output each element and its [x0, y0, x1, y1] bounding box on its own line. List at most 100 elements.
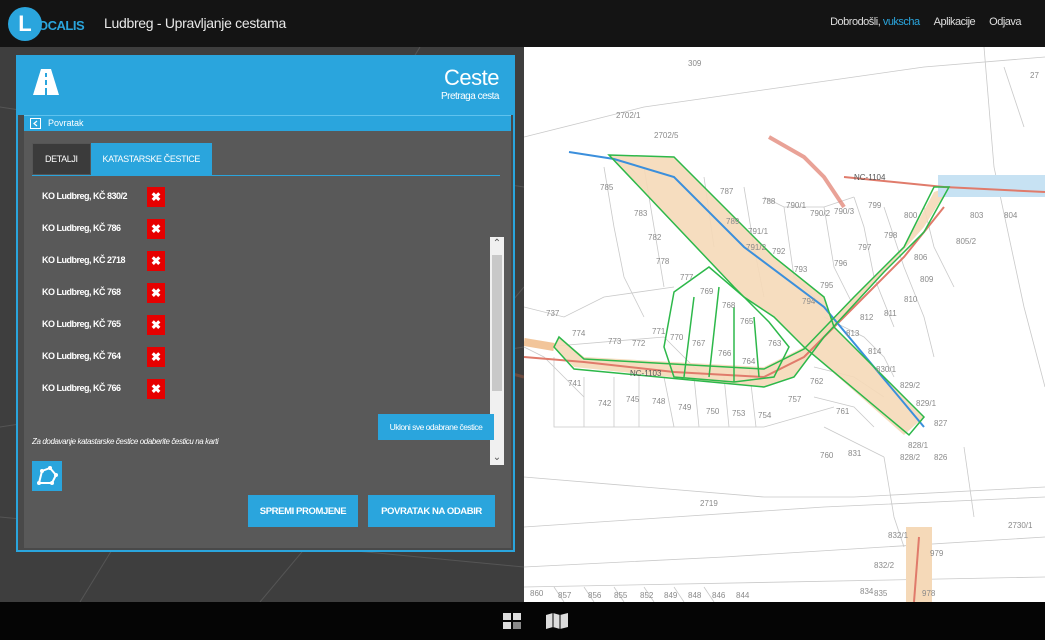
map-parcel-label: 849 [664, 591, 678, 600]
panel-subtitle: Pretraga cesta [440, 91, 500, 102]
apps-link[interactable]: Aplikacije [934, 16, 976, 28]
map-parcel-label: 796 [834, 259, 848, 268]
map-parcel-label: 783 [634, 209, 648, 218]
back-button[interactable]: Povratak [24, 115, 511, 131]
map-parcel-label: 855 [614, 591, 628, 600]
map-icon[interactable] [546, 613, 568, 629]
map-parcel-label: 856 [588, 591, 602, 600]
bottom-bar [0, 602, 1045, 640]
map-parcel-label: 813 [846, 329, 860, 338]
list-item: KO Ludbreg, KČ 768 ✖ [32, 283, 172, 303]
remove-all-parcels-button[interactable]: Ukloni sve odabrane čestice [378, 414, 494, 440]
map-view[interactable]: 309 2702/1 2702/5 785 787 788 790/1 790/… [524, 47, 1045, 602]
map-parcel-label: 848 [688, 591, 702, 600]
map-parcel-label: 790/3 [834, 207, 855, 216]
map-parcel-label: 826 [934, 453, 948, 462]
map-parcel-label: 769 [700, 287, 714, 296]
scrollbar-thumb[interactable] [492, 255, 502, 391]
map-parcel-label: 857 [558, 591, 572, 600]
map-parcel-label: 753 [732, 409, 746, 418]
map-parcel-label: 831 [848, 449, 862, 458]
delete-icon[interactable]: ✖ [147, 187, 165, 207]
map-parcel-label: 792 [772, 247, 786, 256]
map-parcel-label: 834 [860, 587, 874, 596]
panel-header: Ceste Pretraga cesta [18, 57, 513, 115]
map-parcel-label: 742 [598, 399, 612, 408]
parcel-label: KO Ludbreg, KČ 786 [42, 223, 121, 233]
parcel-label: KO Ludbreg, KČ 768 [42, 287, 121, 297]
map-parcel-label: 791/1 [748, 227, 769, 236]
parcel-label: KO Ludbreg, KČ 830/2 [42, 191, 128, 201]
username-link[interactable]: vukscha [883, 16, 920, 28]
logo-disc: L [8, 7, 42, 41]
parcel-label: KO Ludbreg, KČ 766 [42, 383, 121, 393]
delete-icon[interactable]: ✖ [147, 219, 165, 239]
cadastral-map[interactable] [524, 47, 1045, 602]
map-parcel-label: 2730/1 [1008, 521, 1033, 530]
delete-icon[interactable]: ✖ [147, 347, 165, 367]
map-parcel-label: 757 [788, 395, 802, 404]
map-parcel-label: 789 [726, 217, 740, 226]
map-parcel-label: 806 [914, 253, 928, 262]
save-changes-button[interactable]: SPREMI PROMJENE [248, 495, 358, 527]
map-parcel-label: 805/2 [956, 237, 977, 246]
return-to-selection-button[interactable]: POVRATAK NA ODABIR [368, 495, 495, 527]
map-parcel-label: 798 [884, 231, 898, 240]
map-parcel-label: 778 [656, 257, 670, 266]
map-parcel-label: 787 [720, 187, 734, 196]
app-title: Ludbreg - Upravljanje cestama [104, 15, 286, 31]
map-parcel-label: 794 [802, 297, 816, 306]
map-parcel-label: 745 [626, 395, 640, 404]
delete-icon[interactable]: ✖ [147, 251, 165, 271]
panel-title: Ceste [444, 65, 499, 90]
map-parcel-label: 810 [904, 295, 918, 304]
tab-cadastral-parcels[interactable]: KATASTARSKE ČESTICE [90, 143, 212, 175]
add-parcel-hint: Za dodavanje katastarske čestice odaberi… [32, 437, 219, 446]
map-parcel-label: 762 [810, 377, 824, 386]
tab-bar: DETALJI KATASTARSKE ČESTICE [32, 143, 212, 175]
scroll-down-icon[interactable]: ⌄ [492, 453, 502, 463]
map-parcel-label: 791/2 [746, 243, 767, 252]
map-road-label: NC-1104 [854, 173, 886, 182]
map-parcel-label: 754 [758, 411, 772, 420]
map-parcel-label: 800 [904, 211, 918, 220]
list-item: KO Ludbreg, KČ 786 ✖ [32, 219, 172, 239]
map-parcel-label: 785 [600, 183, 614, 192]
grid-icon[interactable] [503, 613, 521, 629]
top-nav: Dobrodošli, vukscha Aplikacije Odjava [830, 16, 1021, 28]
map-parcel-label: 814 [868, 347, 882, 356]
map-parcel-label: 27 [1030, 71, 1039, 80]
map-parcel-label: 772 [632, 339, 646, 348]
scroll-up-icon[interactable]: ⌃ [492, 239, 502, 249]
map-parcel-label: 835 [874, 589, 888, 598]
map-parcel-label: 2719 [700, 499, 718, 508]
tab-underline [32, 175, 500, 176]
map-parcel-label: 844 [736, 591, 750, 600]
map-parcel-label: 741 [568, 379, 582, 388]
list-item: KO Ludbreg, KČ 764 ✖ [32, 347, 172, 367]
map-parcel-label: 782 [648, 233, 662, 242]
map-parcel-label: 812 [860, 313, 874, 322]
logout-link[interactable]: Odjava [989, 16, 1021, 28]
localis-logo[interactable]: L OCALIS [8, 7, 90, 41]
parcel-label: KO Ludbreg, KČ 2718 [42, 255, 126, 265]
map-parcel-label: 832/2 [874, 561, 895, 570]
map-parcel-label: 809 [920, 275, 934, 284]
delete-icon[interactable]: ✖ [147, 283, 165, 303]
map-parcel-label: 979 [930, 549, 944, 558]
roads-panel: Ceste Pretraga cesta Povratak DETALJI KA… [16, 55, 515, 552]
road-icon [33, 69, 59, 95]
map-parcel-label: 790/2 [810, 209, 831, 218]
map-parcel-label: 2702/1 [616, 111, 641, 120]
delete-icon[interactable]: ✖ [147, 315, 165, 335]
list-item: KO Ludbreg, KČ 2718 ✖ [32, 251, 172, 271]
map-parcel-label: 765 [740, 317, 754, 326]
tab-details[interactable]: DETALJI [32, 143, 91, 175]
map-parcel-label: 852 [640, 591, 654, 600]
map-parcel-label: 761 [836, 407, 850, 416]
map-parcel-label: 788 [762, 197, 776, 206]
parcel-list: KO Ludbreg, KČ 830/2 ✖ KO Ludbreg, KČ 78… [32, 181, 496, 411]
delete-icon[interactable]: ✖ [147, 379, 165, 399]
list-item: KO Ludbreg, KČ 765 ✖ [32, 315, 172, 335]
polygon-select-button[interactable] [32, 461, 62, 491]
